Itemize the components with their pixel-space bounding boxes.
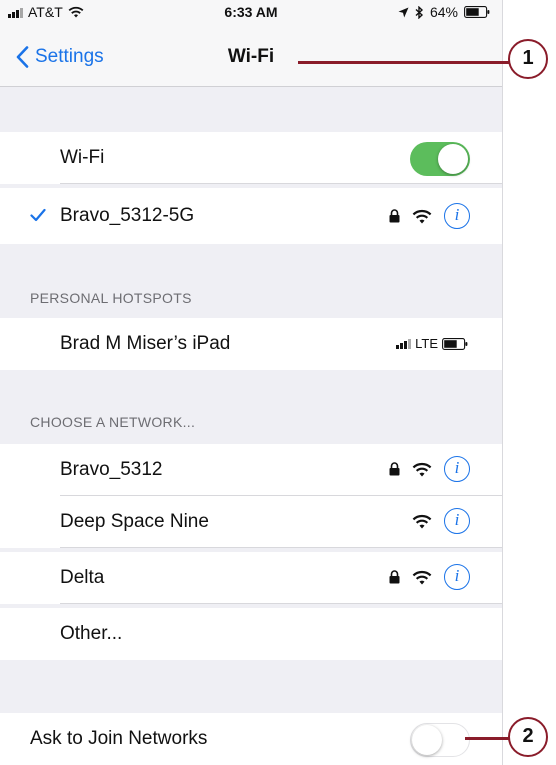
hotspot-row[interactable]: Brad M Miser’s iPad LTE [0,318,502,370]
other-network-label: Other... [60,623,123,644]
location-arrow-icon [398,7,409,17]
info-button[interactable]: i [444,456,470,482]
info-button[interactable]: i [444,203,470,229]
network-row[interactable]: Delta i [0,552,502,604]
toggle-knob [412,725,442,755]
info-button[interactable]: i [444,564,470,590]
status-bar: AT&T 6:33 AM 64% [0,0,502,24]
wifi-toggle-row: Wi-Fi [0,132,502,184]
network-row[interactable]: Bravo_5312 i [0,444,502,496]
checkmark-icon [30,208,46,222]
status-right: 64% [398,4,490,20]
ask-to-join-row: Ask to Join Networks [0,713,502,765]
hotspot-name: Brad M Miser’s iPad [60,333,231,354]
battery-icon [464,6,490,18]
wifi-signal-icon [412,462,432,476]
hotspot-signal-icon [396,338,412,349]
other-network-row[interactable]: Other... [0,608,502,660]
ask-to-join-label: Ask to Join Networks [30,728,208,749]
network-name: Bravo_5312 [60,459,163,480]
toggle-knob [438,144,468,174]
lock-icon [389,209,400,223]
callout-line [465,737,510,740]
row-divider [60,547,502,548]
connected-network-row[interactable]: Bravo_5312-5G i [0,188,502,244]
network-name: Delta [60,567,105,588]
network-row[interactable]: Deep Space Nine i [0,496,502,548]
phone-screen: AT&T 6:33 AM 64% Settings Wi-Fi Wi-Fi Br… [0,0,503,765]
lock-icon [389,570,400,584]
battery-percent: 64% [429,4,458,20]
section-header-hotspots: PERSONAL HOTSPOTS [30,290,192,306]
row-divider [60,183,502,184]
ask-to-join-toggle[interactable] [410,723,470,757]
section-header-networks: CHOOSE A NETWORK... [30,414,196,430]
network-name: Deep Space Nine [60,511,209,532]
wifi-signal-icon [412,514,432,528]
navigation-bar: Settings Wi-Fi [0,24,502,87]
callout-line [298,61,510,64]
callout-marker: 1 [508,39,548,79]
bluetooth-icon [415,5,423,19]
wifi-signal-icon [412,570,432,584]
hotspot-battery-icon [442,337,468,350]
wifi-toggle-label: Wi-Fi [60,147,105,168]
row-divider [60,603,502,604]
hotspot-network-type: LTE [415,336,438,351]
page-title: Wi-Fi [227,46,275,67]
wifi-signal-icon [412,209,432,223]
wifi-toggle-switch[interactable] [410,142,470,176]
info-button[interactable]: i [444,508,470,534]
lock-icon [389,462,400,476]
connected-network-name: Bravo_5312-5G [60,205,195,226]
callout-marker: 2 [508,717,548,757]
